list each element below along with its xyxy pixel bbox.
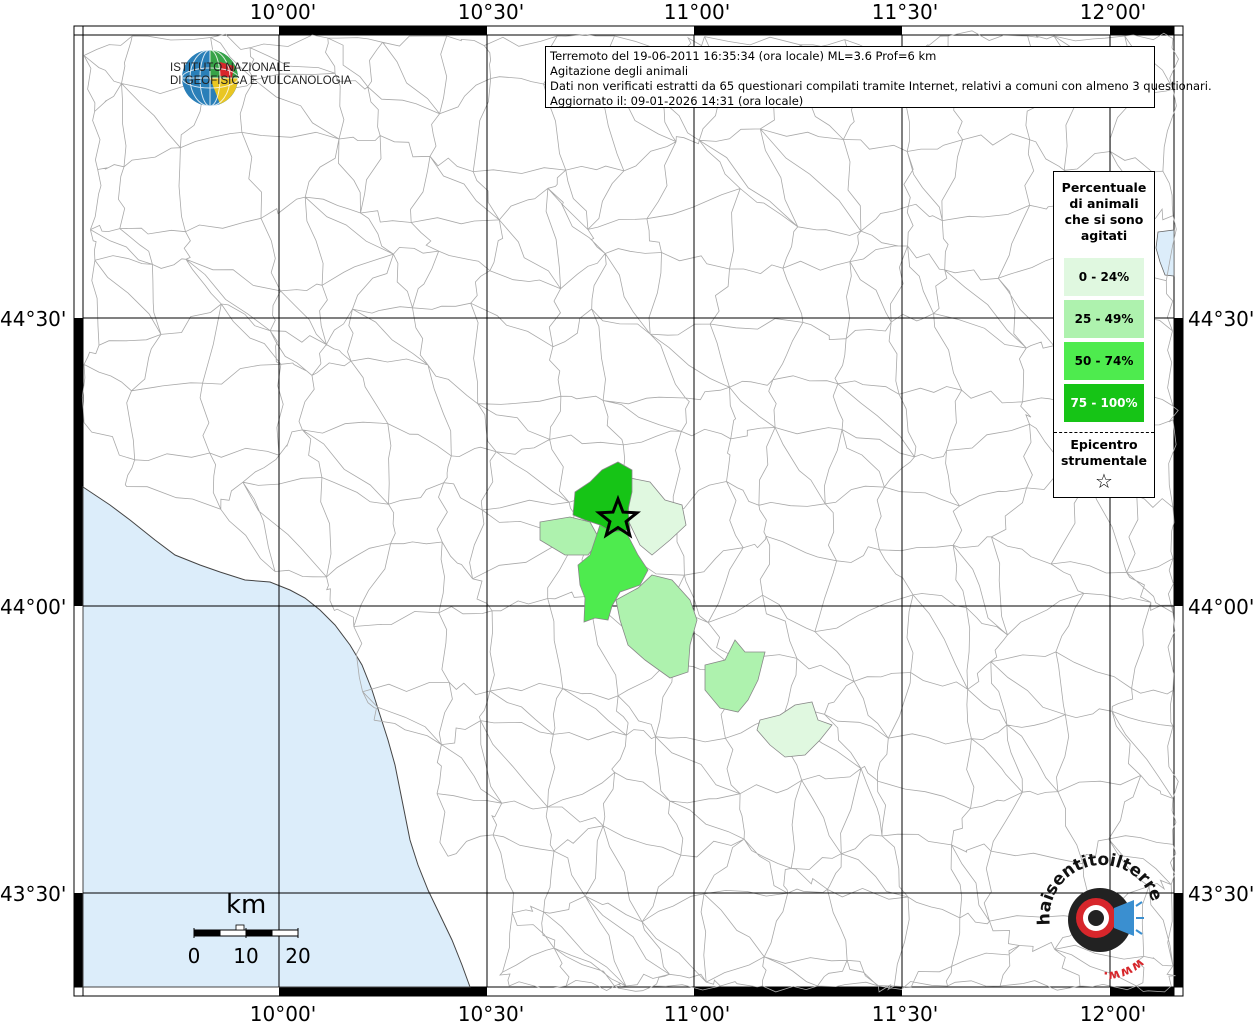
lon-label-top-5: 12°00' [1079, 0, 1147, 24]
legend-box: Percentuale di animali che si sono agita… [1053, 171, 1155, 498]
legend-divider [1054, 432, 1154, 433]
legend-item-75-100: 75 - 100% [1064, 384, 1144, 422]
lon-label-bottom-4: 11°30' [871, 1002, 939, 1026]
scale-tick-20: 20 [285, 944, 311, 968]
lat-label-right-2: 44°00' [1188, 595, 1255, 619]
ingv-name: ISTITUTO NAZIONALE DI GEOFISICA E VULCAN… [170, 62, 352, 88]
lon-label-top-3: 11°00' [663, 0, 731, 24]
lon-label-top-1: 10°00' [249, 0, 317, 24]
lat-label-right-3: 43°30' [1188, 882, 1255, 906]
lat-label-left-1: 44°30' [0, 307, 67, 331]
haisentito-logo: haisentitoilterremoto.it www. [1030, 850, 1166, 980]
lat-label-left-3: 43°30' [0, 882, 67, 906]
ingv-line1: ISTITUTO NAZIONALE [170, 62, 291, 74]
lon-label-bottom-5: 12°00' [1079, 1002, 1147, 1026]
legend-items: 0 - 24% 25 - 49% 50 - 74% 75 - 100% [1054, 258, 1154, 422]
lat-label-left-2: 44°00' [0, 595, 67, 619]
legend-item-25-49: 25 - 49% [1064, 300, 1144, 338]
lon-label-bottom-1: 10°00' [249, 1002, 317, 1026]
scale-unit-label: km [226, 890, 267, 920]
lon-label-bottom-2: 10°30' [457, 1002, 525, 1026]
info-event-line: Terremoto del 19-06-2011 16:35:34 (ora l… [550, 49, 937, 63]
info-source-line: Dati non verificati estratti da 65 quest… [550, 79, 1212, 93]
lat-label-right-1: 44°30' [1188, 307, 1255, 331]
legend-title: Percentuale di animali che si sono agita… [1061, 180, 1147, 243]
scale-bar [193, 924, 299, 938]
info-topic-line: Agitazione degli animali [550, 64, 689, 78]
hst-prefix-text: www. [1103, 955, 1147, 980]
info-updated-line: Aggiornato il: 09-01-2026 14:31 (ora loc… [550, 94, 804, 108]
ingv-line2: DI GEOFISICA E VULCANOLOGIA [170, 75, 352, 87]
legend-epicenter-label: Epicentro strumentale [1060, 437, 1148, 468]
lon-label-bottom-3: 11°00' [663, 1002, 731, 1026]
legend-star-icon: ☆ [1095, 469, 1113, 493]
earthquake-info-box: Terremoto del 19-06-2011 16:35:34 (ora l… [545, 46, 1212, 108]
map-stage: 10°00' 10°30' 11°00' 11°30' 12°00' 10°00… [0, 0, 1256, 1026]
legend-item-50-74: 50 - 74% [1064, 342, 1144, 380]
lon-label-top-2: 10°30' [457, 0, 525, 24]
scale-tick-10: 10 [233, 944, 259, 968]
lon-label-top-4: 11°30' [871, 0, 939, 24]
legend-item-0-24: 0 - 24% [1064, 258, 1144, 296]
scale-tick-0: 0 [187, 944, 201, 968]
